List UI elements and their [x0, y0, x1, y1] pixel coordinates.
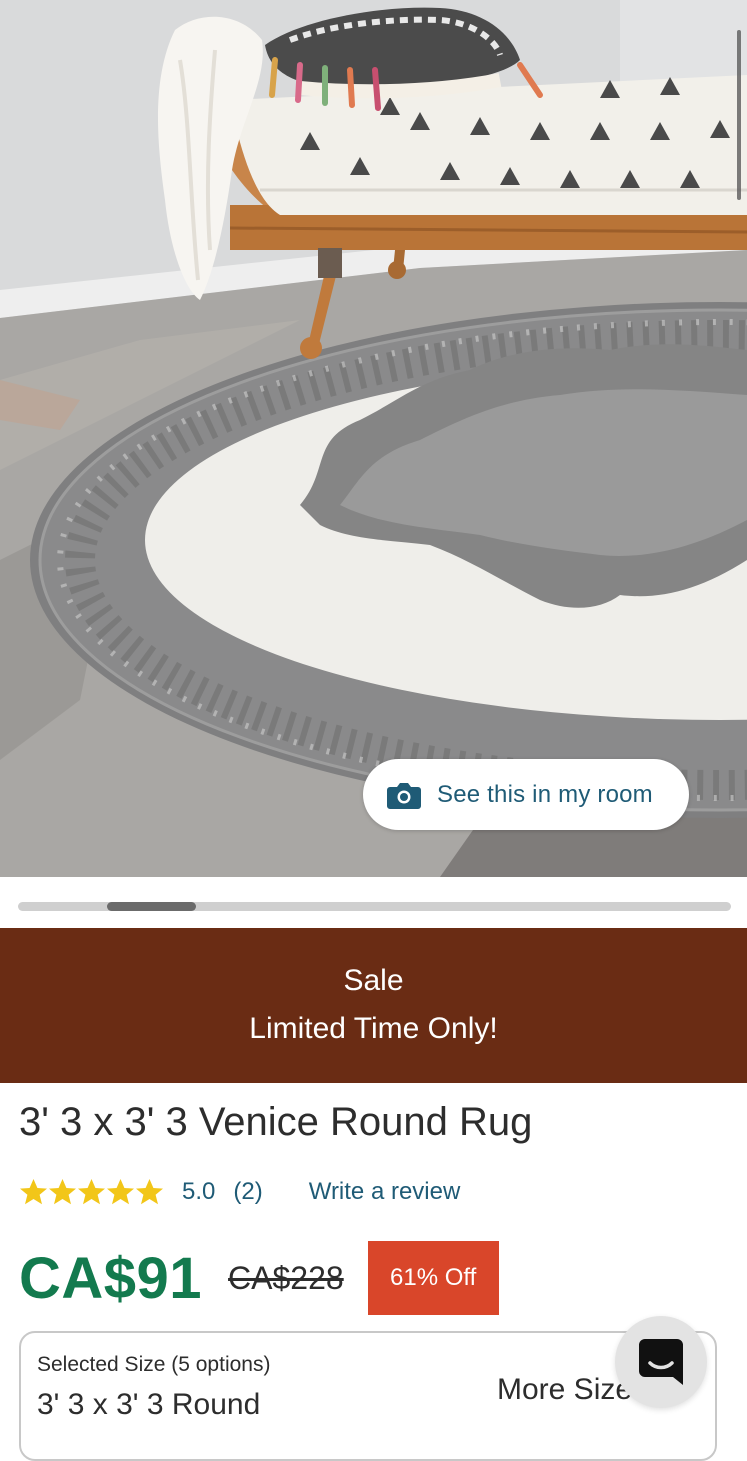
original-price: CA$228	[228, 1259, 344, 1296]
star-icon	[78, 1178, 105, 1204]
rug-photo	[0, 0, 747, 877]
chat-button[interactable]	[615, 1316, 707, 1408]
sale-banner-title: Sale	[343, 964, 404, 997]
size-selector-caption: Selected Size (5 options)	[37, 1353, 271, 1376]
see-in-my-room-label: See this in my room	[437, 780, 653, 808]
carousel-progress-track[interactable]	[18, 902, 731, 911]
carousel-progress-thumb[interactable]	[107, 902, 197, 911]
size-selector[interactable]: Selected Size (5 options) 3' 3 x 3' 3 Ro…	[19, 1331, 717, 1461]
camera-icon	[387, 782, 421, 809]
star-icon	[49, 1178, 76, 1204]
star-icon	[136, 1178, 163, 1204]
star-rating[interactable]	[19, 1178, 164, 1207]
discount-badge-label: 61% Off	[390, 1264, 477, 1291]
image-scroll-indicator	[737, 30, 741, 200]
product-image[interactable]: See this in my room	[0, 0, 747, 877]
star-icon	[107, 1178, 134, 1204]
sale-banner-subtitle: Limited Time Only!	[249, 1012, 498, 1045]
chat-bubble-icon	[639, 1339, 683, 1385]
review-count[interactable]: (2)	[233, 1178, 262, 1206]
rating-value[interactable]: 5.0	[182, 1178, 215, 1206]
write-review-link[interactable]: Write a review	[309, 1178, 461, 1206]
rating-row: 5.0 (2) Write a review	[19, 1172, 460, 1212]
product-title: 3' 3 x 3' 3 Venice Round Rug	[19, 1100, 533, 1144]
current-price: CA$91	[19, 1245, 203, 1311]
discount-badge: 61% Off	[367, 1241, 499, 1315]
selected-size-value: 3' 3 x 3' 3 Round	[37, 1388, 261, 1421]
star-icon	[20, 1178, 47, 1204]
price-row: CA$91 CA$228 61% Off	[19, 1240, 499, 1316]
sale-banner: Sale Limited Time Only!	[0, 928, 747, 1083]
see-in-my-room-button[interactable]: See this in my room	[363, 759, 689, 830]
